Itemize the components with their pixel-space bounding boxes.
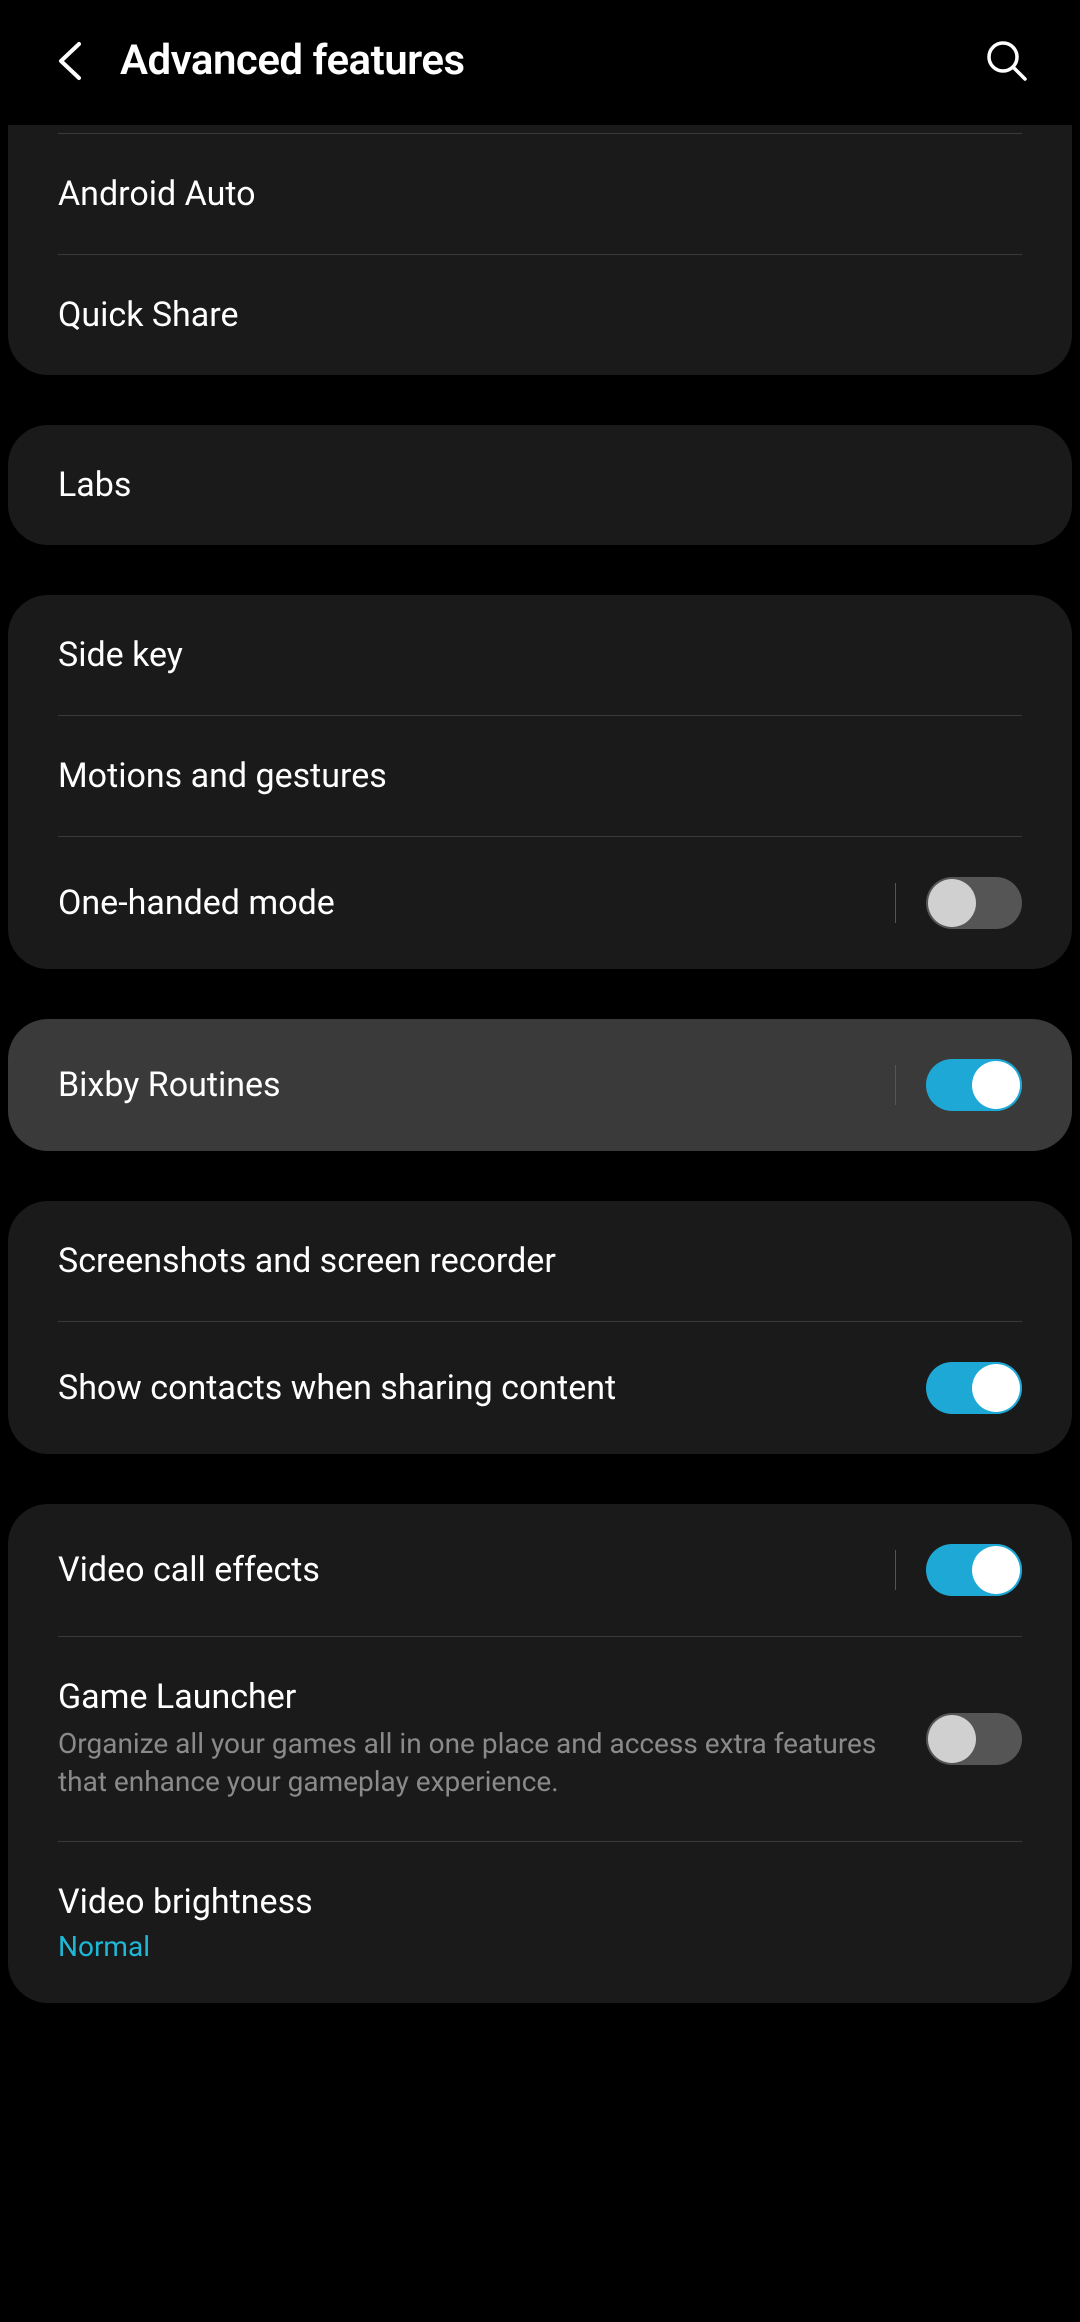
settings-item[interactable]: Game Launcher Organize all your games all…: [58, 1636, 1022, 1841]
toggle-container: [926, 1713, 1022, 1765]
item-label: Labs: [58, 465, 1022, 505]
item-label: Bixby Routines: [58, 1065, 895, 1105]
toggle-thumb: [972, 1061, 1020, 1109]
search-icon: [985, 39, 1029, 83]
item-content: Side key: [58, 635, 1022, 675]
settings-item[interactable]: Bixby Routines: [8, 1019, 1072, 1151]
toggle-divider: [895, 1550, 896, 1590]
item-description: Organize all your games all in one place…: [58, 1725, 926, 1801]
item-label: Quick Share: [58, 295, 1022, 335]
settings-item[interactable]: Android Auto: [8, 134, 1072, 254]
toggle-switch[interactable]: [926, 1544, 1022, 1596]
header: Advanced features: [0, 0, 1080, 125]
item-content: One-handed mode: [58, 883, 895, 923]
item-content: Quick Share: [58, 295, 1022, 335]
settings-item[interactable]: Motions and gestures: [58, 715, 1022, 836]
toggle-thumb: [972, 1364, 1020, 1412]
item-label: Android Auto: [58, 174, 1022, 214]
item-label: Screenshots and screen recorder: [58, 1241, 1022, 1281]
item-label: Side key: [58, 635, 1022, 675]
settings-group: Android Auto Quick Share: [8, 125, 1072, 375]
toggle-container: [895, 1059, 1022, 1111]
settings-group: Side key Motions and gestures One-handed m…: [8, 595, 1072, 969]
settings-group: Screenshots and screen recorder Show cont…: [8, 1201, 1072, 1454]
settings-group: Bixby Routines: [8, 1019, 1072, 1151]
settings-item[interactable]: Screenshots and screen recorder: [8, 1201, 1072, 1321]
settings-item[interactable]: One-handed mode: [58, 836, 1022, 969]
toggle-thumb: [928, 879, 976, 927]
settings-item[interactable]: Video call effects: [8, 1504, 1072, 1636]
item-label: Show contacts when sharing content: [58, 1368, 926, 1408]
item-content: Labs: [58, 465, 1022, 505]
item-label: Motions and gestures: [58, 756, 1022, 796]
toggle-thumb: [928, 1715, 976, 1763]
item-content: Video brightness Normal: [58, 1882, 1022, 1963]
settings-item[interactable]: Labs: [8, 425, 1072, 545]
item-content: Game Launcher Organize all your games all…: [58, 1677, 926, 1801]
toggle-switch[interactable]: [926, 1059, 1022, 1111]
back-button[interactable]: [50, 41, 90, 81]
toggle-switch[interactable]: [926, 1362, 1022, 1414]
settings-item[interactable]: Video brightness Normal: [58, 1841, 1022, 2003]
settings-item[interactable]: Show contacts when sharing content: [58, 1321, 1022, 1454]
item-content: Android Auto: [58, 174, 1022, 214]
item-content: Motions and gestures: [58, 756, 1022, 796]
item-content: Video call effects: [58, 1550, 895, 1590]
chevron-left-icon: [55, 40, 85, 82]
search-button[interactable]: [984, 38, 1030, 84]
toggle-container: [895, 1544, 1022, 1596]
toggle-thumb: [972, 1546, 1020, 1594]
toggle-divider: [895, 1065, 896, 1105]
item-label: One-handed mode: [58, 883, 895, 923]
settings-item[interactable]: Side key: [8, 595, 1072, 715]
item-label: Video call effects: [58, 1550, 895, 1590]
toggle-container: [926, 1362, 1022, 1414]
toggle-switch[interactable]: [926, 877, 1022, 929]
item-label: Video brightness: [58, 1882, 1022, 1922]
item-content: Show contacts when sharing content: [58, 1368, 926, 1408]
settings-item[interactable]: Quick Share: [58, 254, 1022, 375]
settings-group: Video call effects Game Launcher Organize …: [8, 1504, 1072, 2003]
toggle-container: [895, 877, 1022, 929]
page-title: Advanced features: [120, 36, 954, 85]
item-label: Game Launcher: [58, 1677, 926, 1717]
item-content: Bixby Routines: [58, 1065, 895, 1105]
item-content: Screenshots and screen recorder: [58, 1241, 1022, 1281]
settings-group: Labs: [8, 425, 1072, 545]
toggle-divider: [895, 883, 896, 923]
toggle-switch[interactable]: [926, 1713, 1022, 1765]
item-subvalue: Normal: [58, 1930, 1022, 1963]
